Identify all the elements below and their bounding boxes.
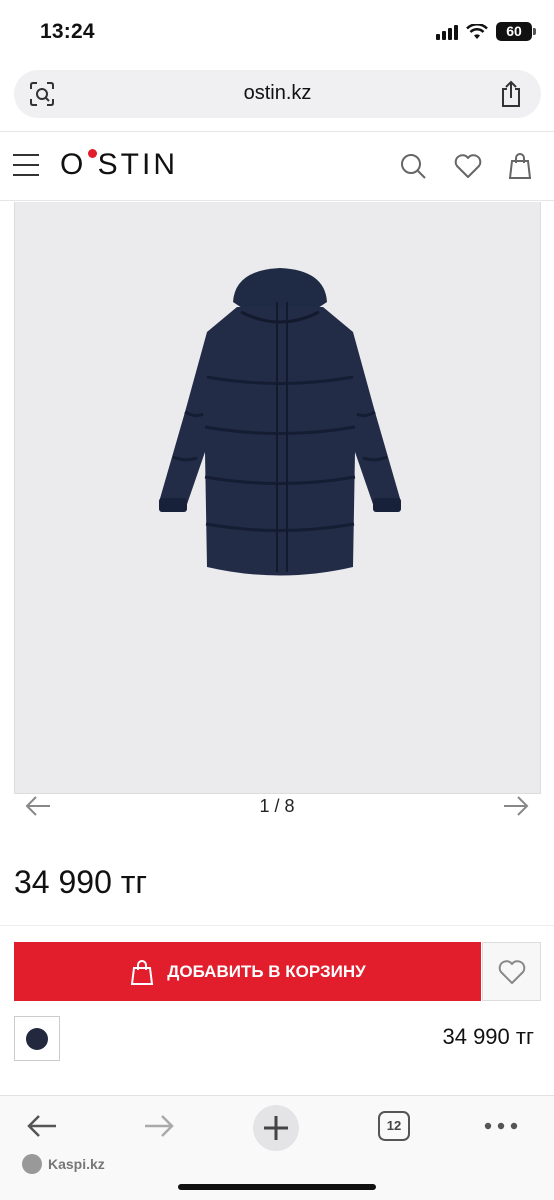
url-text[interactable]: ostin.kz: [14, 82, 541, 105]
product-image-jacket: [159, 268, 401, 576]
kaspi-logo-icon: [22, 1154, 42, 1174]
kaspi-watermark-text: Kaspi.kz: [48, 1156, 105, 1172]
site-header: O STIN: [0, 131, 554, 201]
add-to-cart-button[interactable]: ДОБАВИТЬ В КОРЗИНУ: [14, 942, 481, 1001]
product-price: 34 990 тг: [14, 864, 148, 900]
status-indicators: 60: [436, 22, 536, 41]
variant-price: 34 990 тг: [442, 1024, 534, 1049]
kaspi-watermark: Kaspi.kz: [22, 1154, 105, 1174]
share-icon[interactable]: [499, 80, 523, 108]
more-icon[interactable]: [484, 1122, 518, 1130]
forward-arrow-icon[interactable]: [143, 1114, 175, 1138]
bag-icon: [131, 959, 154, 985]
battery-icon: 60: [496, 22, 536, 41]
status-time: 13:24: [40, 20, 95, 43]
wifi-icon: [466, 23, 488, 39]
brand-logo[interactable]: O STIN: [60, 148, 178, 182]
plus-icon: [264, 1116, 288, 1140]
heart-icon[interactable]: [453, 152, 483, 180]
bag-icon[interactable]: [507, 152, 533, 180]
arrow-right-icon[interactable]: [502, 794, 530, 818]
wishlist-button[interactable]: [482, 942, 541, 1001]
search-icon[interactable]: [399, 152, 427, 180]
cellular-signal-icon: [436, 24, 458, 40]
product-gallery[interactable]: [14, 202, 541, 794]
new-tab-button[interactable]: [253, 1105, 299, 1151]
color-swatch: [26, 1027, 48, 1050]
gallery-pager: 1 / 8: [259, 796, 295, 816]
menu-icon[interactable]: [13, 154, 39, 176]
color-swatch-option[interactable]: [14, 1016, 60, 1061]
heart-icon: [498, 959, 525, 984]
address-bar[interactable]: ostin.kz: [14, 70, 541, 118]
browser-toolbar: 12 Kaspi.kz: [0, 1095, 554, 1200]
gallery-navigation: 1 / 8: [0, 794, 554, 820]
tabs-count-button[interactable]: 12: [378, 1111, 410, 1141]
home-indicator: [178, 1184, 376, 1190]
divider: [0, 925, 554, 926]
logo-dot: [88, 149, 97, 158]
status-bar: 13:24 60: [0, 0, 554, 66]
add-to-cart-label: ДОБАВИТЬ В КОРЗИНУ: [167, 961, 366, 981]
back-arrow-icon[interactable]: [26, 1114, 58, 1138]
